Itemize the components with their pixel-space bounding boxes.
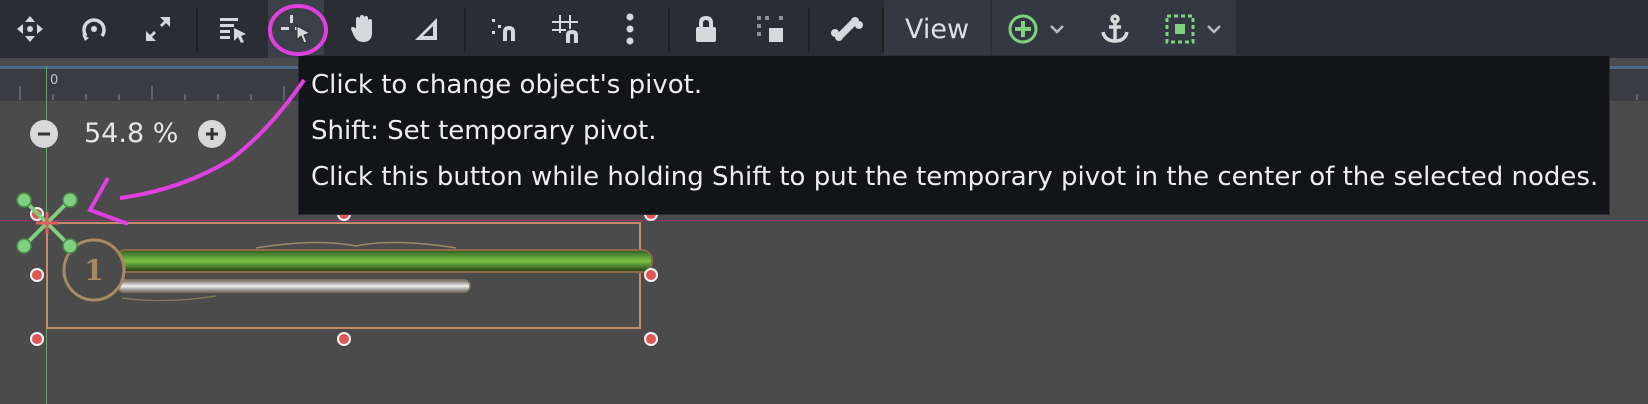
annotation-overlay bbox=[87, 4, 328, 226]
annotation-arrowhead bbox=[87, 177, 129, 226]
annotation-arrow bbox=[119, 78, 306, 200]
annotation-circle bbox=[268, 4, 328, 56]
